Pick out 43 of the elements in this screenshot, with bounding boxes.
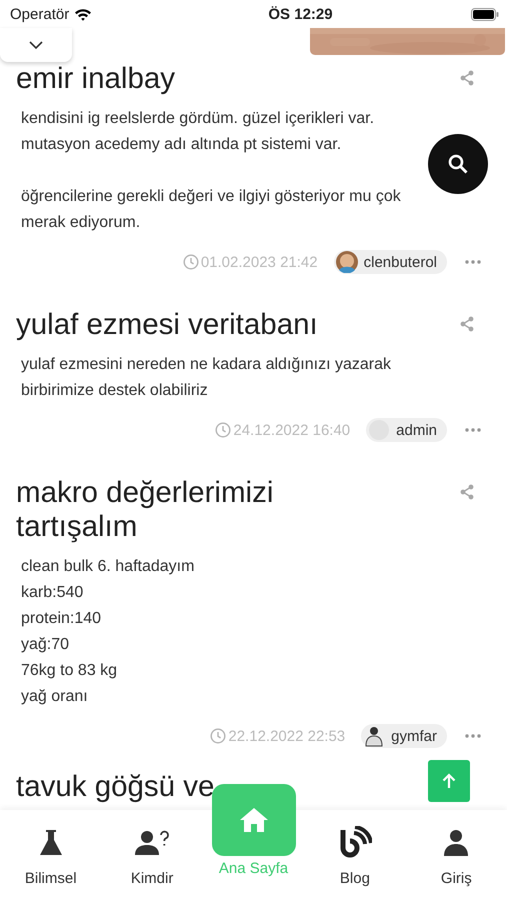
post-text: clean bulk 6. haftadayım karb:540 protein:140 yağ:70 76kg to 83 kg yağ oranı — [21, 557, 196, 707]
rss-b-icon — [338, 826, 372, 860]
clock-icon — [182, 254, 199, 270]
arrow-up-icon — [442, 773, 456, 789]
post-date: 24.12.2022 16:40 — [233, 422, 350, 438]
avatar-icon — [368, 419, 390, 441]
post-title[interactable]: emir inalbay — [16, 62, 176, 96]
more-icon[interactable] — [465, 734, 481, 738]
search-icon — [448, 154, 468, 174]
post-title[interactable]: makro değerlerimizi tartışalım — [16, 476, 336, 544]
chevron-down-icon — [28, 40, 44, 50]
nav-tab[interactable]: Blog — [304, 810, 406, 900]
nav-tab[interactable]: Giriş — [406, 810, 507, 900]
nav-tab[interactable]: Bilimsel — [0, 810, 102, 900]
author-chip[interactable]: gymfar — [361, 724, 447, 748]
battery-icon — [471, 8, 499, 20]
wifi-icon — [74, 8, 92, 20]
post-text: yulaf ezmesini nereden ne kadara aldığınızı yazarak birbirimize destek olabiliriz — [21, 355, 392, 401]
scroll-top-button[interactable] — [428, 760, 470, 802]
clock-icon — [210, 728, 226, 744]
author-chip[interactable]: clenbuterol — [334, 250, 447, 274]
flask-icon — [38, 829, 63, 857]
avatar-icon — [336, 251, 358, 273]
carrier-name: Operatör — [10, 6, 70, 22]
share-icon[interactable] — [459, 484, 475, 500]
status-time: ÖS 12:29 — [268, 6, 333, 22]
more-icon[interactable] — [465, 260, 481, 264]
post-text: kendisini ig reelslerde gördüm. güzel içerikleri var. mutasyon acedemy adı altında pt sistemi var. — [21, 109, 376, 155]
clock-icon — [215, 422, 232, 438]
person-question-icon — [134, 830, 170, 856]
person-icon — [443, 829, 470, 857]
post-title[interactable]: yulaf ezmesi veritabanı — [16, 308, 318, 342]
avatar-icon — [363, 725, 386, 747]
post-text: öğrencilerine gerekli değeri ve ilgiyi gösteriyor mu çok merak ediyorum. — [21, 187, 402, 233]
nav-tab[interactable]: Kimdir — [101, 810, 203, 900]
share-icon[interactable] — [459, 316, 475, 332]
home-icon — [238, 807, 269, 833]
post-title[interactable]: tavuk göğsü ve — [16, 770, 214, 804]
share-icon[interactable] — [459, 70, 475, 86]
author-chip[interactable]: admin — [366, 418, 447, 442]
more-icon[interactable] — [465, 428, 481, 432]
post-date: 01.02.2023 21:42 — [200, 254, 318, 270]
post-date: 22.12.2022 22:53 — [228, 728, 346, 744]
